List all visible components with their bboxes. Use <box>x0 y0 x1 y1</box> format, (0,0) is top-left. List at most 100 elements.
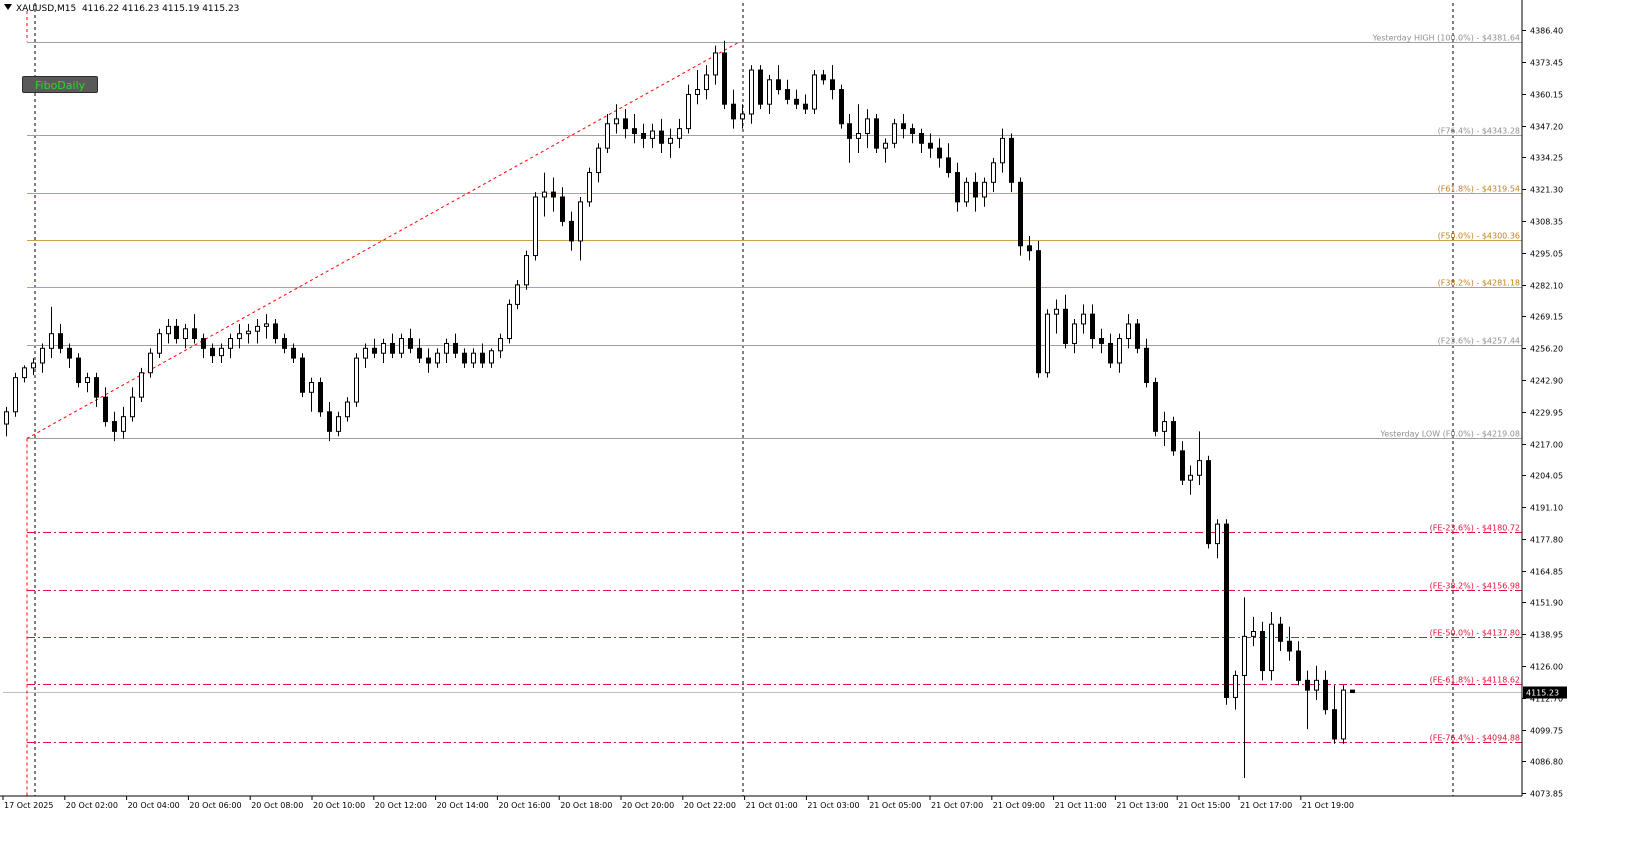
fibo-level-label: (F76.4%) - $4343.28 <box>1438 127 1520 136</box>
candle <box>103 387 108 427</box>
candle-body <box>300 357 305 393</box>
candle <box>166 319 171 344</box>
candle-body <box>614 118 619 125</box>
candle-body <box>336 416 341 432</box>
candle-body <box>1287 640 1292 652</box>
candle <box>327 402 332 442</box>
candle-body <box>533 196 538 257</box>
candle-body <box>390 342 395 354</box>
candle-body <box>677 128 682 139</box>
candle-body <box>964 181 969 203</box>
candle <box>444 338 449 363</box>
fibo-daily-button[interactable]: FiboDaily <box>22 76 98 93</box>
candle-body <box>1341 689 1346 740</box>
candle-body <box>121 416 126 432</box>
candle <box>201 333 206 359</box>
candle-body <box>1081 313 1086 325</box>
candle <box>67 343 72 368</box>
candle-body <box>103 396 108 423</box>
candle <box>1171 416 1176 456</box>
time-tick-label: 20 Oct 14:00 <box>437 801 489 810</box>
candle-body <box>1215 523 1220 545</box>
chevron-down-icon[interactable] <box>4 4 12 10</box>
candle <box>1314 665 1319 700</box>
candle <box>865 109 870 149</box>
candle <box>1072 319 1077 354</box>
candle <box>794 89 799 110</box>
candle-body <box>130 396 135 418</box>
price-tick-label: 4204.05 <box>1530 472 1563 481</box>
candle-body <box>991 162 996 183</box>
price-tick-label: 4295.05 <box>1530 250 1563 259</box>
candle <box>1224 519 1229 705</box>
candle <box>515 279 520 310</box>
candle <box>722 40 727 110</box>
candle-body <box>417 347 422 359</box>
candle-body <box>31 362 36 369</box>
candle-body <box>1099 338 1104 344</box>
candle <box>139 367 144 403</box>
price-chart[interactable]: Yesterday HIGH (100.0%) - $4381.64 (F76.4… <box>0 0 1626 846</box>
candle <box>480 343 485 368</box>
price-tick-label: 4177.80 <box>1530 536 1563 545</box>
candle <box>533 192 538 261</box>
candle-body <box>605 123 610 149</box>
candle <box>1018 177 1023 256</box>
candle-body <box>255 325 260 332</box>
fibo-level-label: (FE-23.6%) - $4180.72 <box>1430 524 1520 533</box>
candle-body <box>749 69 754 115</box>
candle <box>695 70 700 105</box>
candle <box>785 79 790 105</box>
chart-header: XAUUSD,M15 4116.22 4116.23 4115.19 4115.… <box>4 4 239 14</box>
candle-body <box>112 421 117 432</box>
price-tick-label: 4073.85 <box>1530 790 1563 799</box>
candle <box>1117 333 1122 373</box>
current-price-label: 4115.23 <box>1526 689 1559 698</box>
candle-body <box>596 147 601 174</box>
candle-body <box>704 74 709 91</box>
time-tick-label: 20 Oct 06:00 <box>189 801 241 810</box>
candle <box>623 109 628 139</box>
price-tick-label: 4386.40 <box>1530 27 1563 36</box>
candle-body <box>1350 689 1355 694</box>
candle-body <box>13 377 18 413</box>
candle <box>892 118 897 149</box>
candle-body <box>291 347 296 359</box>
candle-body <box>1251 631 1256 637</box>
candle-body <box>273 323 278 340</box>
candle <box>1063 294 1068 349</box>
candle <box>31 358 36 376</box>
candle <box>417 338 422 363</box>
candle-body <box>892 123 897 144</box>
candle <box>1260 621 1265 681</box>
candle <box>1215 519 1220 559</box>
candle-body <box>632 128 637 135</box>
candle <box>1027 236 1032 261</box>
candle-body <box>444 342 449 354</box>
candle <box>847 113 852 163</box>
candle-body <box>282 338 287 349</box>
price-tick-label: 4191.10 <box>1530 504 1563 513</box>
candle <box>4 406 9 437</box>
candle-body <box>174 325 179 340</box>
candle <box>812 70 817 114</box>
candle-body <box>1296 650 1301 681</box>
fibo-level-label: (FE-61.8%) - $4118.62 <box>1430 676 1520 685</box>
candle <box>94 372 99 407</box>
candle <box>183 323 188 349</box>
candle <box>174 319 179 344</box>
candle-body <box>327 411 332 432</box>
candle-body <box>794 98 799 105</box>
candle-body <box>1314 679 1319 691</box>
candle <box>1233 670 1238 710</box>
candle-body <box>480 352 485 364</box>
candle <box>237 323 242 349</box>
candle <box>982 177 987 207</box>
time-tick-label: 20 Oct 02:00 <box>66 801 118 810</box>
candle-body <box>1260 631 1265 672</box>
candle-body <box>812 74 817 110</box>
candle-body <box>1224 523 1229 698</box>
candle-body <box>955 172 960 203</box>
candle <box>551 177 556 212</box>
candle <box>641 123 646 149</box>
